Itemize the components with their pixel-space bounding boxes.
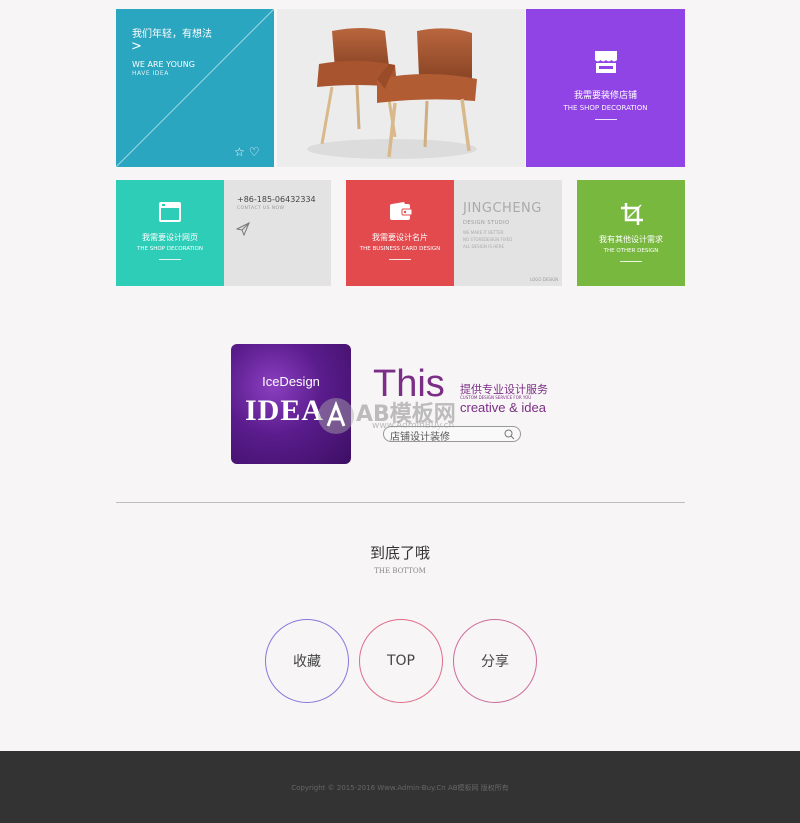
logo-big-text: IDEA	[245, 394, 325, 427]
browser-icon	[159, 202, 181, 222]
chevron-right-icon: >	[131, 39, 142, 54]
contact-sub: CONTACT US NOW	[237, 206, 285, 211]
wallet-icon	[390, 202, 412, 220]
web-title-zh: 我需要设计网页	[142, 233, 198, 242]
shop-title-zh: 我需要装修店铺	[573, 91, 637, 101]
chair-image	[277, 9, 525, 167]
web-design-tile[interactable]: 我需要设计网页 THE SHOP DECORATION	[116, 180, 224, 286]
jingcheng-tag: DESIGN STUDIO	[463, 220, 510, 226]
footer: Copyright © 2015-2016 Www.Admin-Buy.Cn A…	[0, 751, 800, 823]
star-icon[interactable]: ☆	[234, 145, 249, 159]
jingcheng-line-1: WE MAKE IT BETTER	[463, 230, 504, 235]
chairs-illustration	[307, 28, 477, 159]
intro-title-en: WE ARE YOUNG	[132, 60, 195, 69]
other-title-en: THE OTHER DESIGN	[603, 248, 659, 254]
other-title-zh: 我有其他设计需求	[599, 235, 663, 244]
divider	[159, 259, 181, 260]
crop-icon	[621, 203, 643, 225]
jingcheng-brand: JINGCHENG	[463, 201, 542, 216]
jingcheng-corner: LOGO DESIGN	[530, 277, 559, 282]
banner-search-box[interactable]: 店铺设计装修	[383, 426, 521, 443]
jingcheng-tile[interactable]: JINGCHENG DESIGN STUDIO WE MAKE IT BETTE…	[454, 180, 562, 286]
logo-top-text: IceDesign	[262, 374, 320, 389]
bottom-title-zh: 到底了哦	[369, 544, 430, 562]
contact-phone: +86-185-06432334	[237, 195, 316, 204]
other-design-tile[interactable]: 我有其他设计需求 THE OTHER DESIGN	[577, 180, 685, 286]
divider	[594, 119, 617, 120]
search-placeholder: 店铺设计装修	[390, 432, 450, 443]
web-title-en: THE SHOP DECORATION	[137, 246, 203, 252]
search-icon[interactable]	[504, 429, 515, 440]
back-to-top-button[interactable]: TOP	[359, 619, 443, 703]
business-card-tile[interactable]: 我需要设计名片 THE BUSINESS CARD DESIGN	[346, 180, 454, 286]
card-title-en: THE BUSINESS CARD DESIGN	[359, 246, 441, 252]
card-title-zh: 我需要设计名片	[372, 233, 428, 242]
store-icon	[595, 51, 617, 73]
footer-copyright: Copyright © 2015-2016 Www.Admin-Buy.Cn A…	[291, 784, 509, 792]
intro-tile[interactable]: 我们年轻，有想法 > WE ARE YOUNG HAVE IDEA ☆♡	[116, 9, 274, 167]
intro-title-zh: 我们年轻，有想法	[132, 29, 212, 40]
watermark-logo-icon	[318, 398, 354, 434]
jingcheng-line-2: NO STOREDESIGN FIXED	[463, 237, 513, 242]
jingcheng-line-3: ALL DESIGN IS HERE	[463, 244, 504, 249]
banner-creative: creative & idea	[460, 400, 546, 415]
bottom-title-en: THE BOTTOM	[374, 567, 426, 575]
send-icon	[236, 222, 250, 236]
contact-tile[interactable]: +86-185-06432334 CONTACT US NOW	[224, 180, 331, 286]
divider-line	[116, 502, 685, 503]
shop-decoration-tile[interactable]: 我需要装修店铺 THE SHOP DECORATION	[526, 9, 685, 167]
divider	[620, 261, 642, 262]
favorite-button[interactable]: 收藏	[265, 619, 349, 703]
heart-icon[interactable]: ♡	[249, 145, 264, 159]
divider	[389, 259, 411, 260]
intro-sub-en: HAVE IDEA	[132, 70, 169, 77]
share-button[interactable]: 分享	[453, 619, 537, 703]
shop-title-en: THE SHOP DECORATION	[563, 104, 648, 112]
